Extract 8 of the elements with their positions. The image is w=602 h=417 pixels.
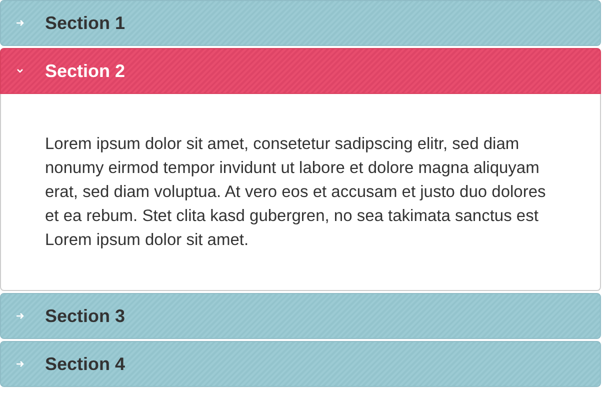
section-header[interactable]: Section 2 xyxy=(0,48,601,94)
arrow-right-icon xyxy=(15,359,25,369)
section-header[interactable]: Section 4 xyxy=(0,341,601,387)
arrow-right-icon xyxy=(15,18,25,28)
section-header[interactable]: Section 1 xyxy=(0,0,601,46)
arrow-right-icon xyxy=(15,311,25,321)
section-header[interactable]: Section 3 xyxy=(0,293,601,339)
body-text: Lorem ipsum dolor sit amet, consetetur sadipscing elitr, sed diam nonumy eirmod tempor invidunt ut labore et dolore magna aliquyam erat, sed diam voluptua. At vero eos et accusam et justo duo dolores et ea rebum. Stet clita kasd gubergren, no sea takimata sanctus est Lorem ipsum dolor sit amet. xyxy=(45,134,547,251)
